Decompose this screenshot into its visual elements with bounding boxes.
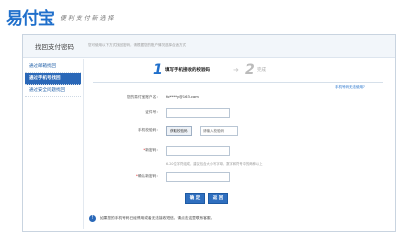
account-value: fo****y@163.com: [166, 95, 199, 99]
id-number-field[interactable]: [166, 108, 230, 118]
step-1-number: 1: [153, 62, 163, 78]
sidebar-divider: [83, 59, 84, 229]
phone-unavailable-link[interactable]: 手机号码无法使用?: [335, 85, 365, 90]
info-icon: !: [89, 215, 96, 222]
step-divider: [93, 82, 383, 83]
title-bar: 找回支付密码 您可使用以下方式找回密码，请根据您的账户情况选择合适方式: [23, 35, 395, 58]
bottom-tip: ! 如果您的手机号码已经停用或者无法接收短信，请点击这里联系客服。: [89, 215, 389, 225]
sms-code-field[interactable]: 请输入校验码: [200, 126, 238, 136]
logo: 易付宝: [6, 9, 55, 29]
step-arrow-icon: ➜: [233, 66, 239, 74]
sidebar-item-email[interactable]: 通过邮箱找回: [25, 61, 81, 73]
new-password-field[interactable]: [166, 146, 230, 156]
step-2-number: 2: [245, 62, 255, 78]
sms-label: 手机校验码：: [137, 128, 160, 132]
main-panel: 找回支付密码 您可使用以下方式找回密码，请根据您的账户情况选择合适方式 通过邮箱…: [22, 34, 396, 232]
password-hint: 6-20位字符组成，建议包含大小写字母、数字和符号中的两种以上: [166, 162, 263, 166]
step-1-label: 填写手机接收的校验码: [165, 68, 210, 73]
back-button[interactable]: 返 回: [208, 193, 228, 204]
get-code-button[interactable]: 获取校验码: [166, 126, 192, 136]
step-indicator: 1 填写手机接收的校验码 ➜ 2 完成: [153, 62, 303, 78]
sidebar-item-phone[interactable]: 通过手机号找回: [25, 73, 81, 85]
slogan: 便 利 支 付 新 选 择: [60, 15, 114, 22]
confirm-password-label: *确认新密码：: [136, 174, 160, 178]
step-2-label: 完成: [257, 68, 266, 73]
bottom-tip-text[interactable]: 如果您的手机号码已经停用或者无法接收短信，请点击这里联系客服。: [100, 216, 214, 221]
page-tip: 您可使用以下方式找回密码，请根据您的账户情况选择合适方式: [88, 43, 186, 47]
sidebar: 通过邮箱找回 通过手机号找回 通过安全问题找回: [25, 61, 81, 97]
new-password-label: *新密码：: [143, 148, 160, 152]
confirm-password-field[interactable]: [166, 172, 230, 182]
account-label: 您的易付宝账户名：: [126, 95, 160, 99]
id-label: 证件号：: [145, 110, 160, 114]
page-title: 找回支付密码: [35, 43, 74, 51]
sidebar-item-security-question[interactable]: 通过安全问题找回: [25, 85, 81, 97]
submit-button[interactable]: 确 定: [185, 193, 205, 204]
